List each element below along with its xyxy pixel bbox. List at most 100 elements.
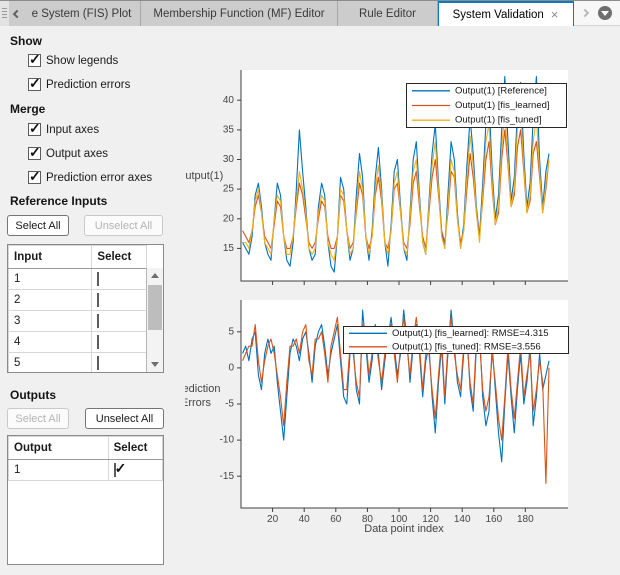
input-4-select-checkbox[interactable] — [97, 335, 99, 349]
input-column-header: Input — [9, 246, 92, 269]
input-axes-label: Input axes — [46, 124, 99, 136]
output-name: 1 — [9, 460, 109, 481]
show-legends-label: Show legends — [46, 55, 118, 67]
legend-entry-label: Output(1) [fis_tuned]: RMSE=3.556 — [392, 341, 541, 352]
tab-label: Membership Function (MF) Editor — [153, 8, 324, 20]
x-tick-label: 160 — [485, 514, 502, 525]
legend-entry-label: Output(1) [fis_learned]: RMSE=4.315 — [392, 328, 549, 339]
y-tick-label: 25 — [223, 184, 235, 195]
tab-label: Rule Editor — [359, 8, 416, 20]
input-2-select-checkbox[interactable] — [97, 293, 99, 307]
tab-label: System Validation — [453, 9, 544, 21]
triangle-down-icon — [151, 362, 159, 367]
legend: Output(1) [fis_learned]: RMSE=4.315 Outpu… — [344, 327, 569, 354]
caret-down-icon — [601, 11, 609, 16]
reference-inputs-table: Input Select 1 2 3 4 5 — [7, 244, 164, 373]
chart-0: 15 20 25 30 35 40 Output(1) Output(1) [Referenc… — [185, 70, 568, 285]
y-tick-label: 30 — [223, 154, 235, 165]
input-axes-row: Input axes — [28, 123, 99, 136]
tabs-scroll-left-button[interactable] — [9, 1, 23, 26]
tab-bar-right — [574, 1, 620, 26]
y-tick-label: 20 — [223, 213, 235, 224]
select-column-header: Select — [92, 246, 147, 269]
table-scrollbar[interactable] — [146, 268, 163, 372]
output-axes-label: Output axes — [46, 148, 108, 160]
outputs-table: Output Select 1 — [7, 435, 164, 565]
input-axes-checkbox[interactable] — [28, 123, 41, 136]
input-5-select-checkbox[interactable] — [97, 356, 99, 370]
x-tick-label: 60 — [330, 514, 342, 525]
table-row: 4 — [9, 332, 147, 353]
document-tab-bar: e System (FIS) Plot Membership Function … — [0, 0, 620, 26]
y-tick-label: -15 — [220, 471, 235, 482]
output-1-select-checkbox[interactable] — [114, 463, 116, 477]
tab-mf-editor[interactable]: Membership Function (MF) Editor — [141, 1, 338, 26]
tab-grip — [0, 1, 9, 26]
tab-rule-editor[interactable]: Rule Editor — [338, 1, 438, 26]
table-row: 2 — [9, 290, 147, 311]
y-tick-label: 35 — [223, 125, 235, 136]
table-row: 3 — [9, 311, 147, 332]
output-column-header: Output — [9, 437, 109, 460]
input-name: 1 — [9, 269, 92, 290]
prediction-error-axes-label: Prediction error axes — [46, 172, 152, 184]
table-header-row: Output Select — [9, 437, 163, 460]
chevron-right-icon — [581, 9, 589, 17]
reference-inputs-unselect-all-button: Unselect All — [84, 215, 163, 236]
legend-entry-label: Output(1) [fis_tuned] — [455, 115, 542, 126]
tab-close-icon[interactable]: × — [550, 8, 560, 21]
select-column-header: Select — [108, 437, 162, 460]
y-tick-label: 40 — [223, 95, 235, 106]
prediction-errors-checkbox[interactable] — [28, 78, 41, 91]
y-axis-label: Errors — [185, 397, 211, 409]
y-tick-label: 0 — [228, 363, 234, 374]
prediction-error-axes-checkbox[interactable] — [28, 171, 41, 184]
input-name: 3 — [9, 311, 92, 332]
chart-1: -15-10-50520406080100120140160180Predict… — [185, 300, 569, 535]
x-tick-label: 40 — [299, 514, 311, 525]
prediction-errors-row: Prediction errors — [28, 78, 130, 91]
reference-inputs-select-all-button[interactable]: Select All — [7, 215, 69, 236]
input-3-select-checkbox[interactable] — [97, 314, 99, 328]
reference-inputs-section-title: Reference Inputs — [10, 194, 107, 208]
legend-entry-label: Output(1) [fis_learned] — [455, 100, 550, 111]
chevron-left-icon — [13, 9, 21, 17]
show-legends-row: Show legends — [28, 54, 118, 67]
y-tick-label: 15 — [223, 243, 235, 254]
outputs-select-all-button: Select All — [7, 408, 69, 429]
prediction-errors-label: Prediction errors — [46, 79, 130, 91]
table-row: 5 — [9, 353, 147, 374]
validation-charts: 15 20 25 30 35 40 Output(1) Output(1) [Referenc… — [185, 26, 620, 575]
legend: Output(1) [Reference] Output(1) [fis_lear… — [407, 84, 567, 128]
outputs-unselect-all-button[interactable]: Unselect All — [85, 408, 164, 429]
table-row: 1 — [9, 460, 163, 481]
y-tick-label: -10 — [220, 435, 235, 446]
input-name: 5 — [9, 353, 92, 374]
scroll-down-button[interactable] — [147, 357, 163, 372]
scrollbar-thumb[interactable] — [148, 285, 162, 330]
outputs-section-title: Outputs — [10, 388, 56, 402]
tab-label: e System (FIS) Plot — [32, 8, 132, 20]
output-axes-checkbox[interactable] — [28, 147, 41, 160]
table-row: 1 — [9, 269, 147, 290]
show-section-title: Show — [10, 34, 42, 48]
triangle-up-icon — [151, 273, 159, 278]
x-axis-label: Data point index — [364, 523, 444, 535]
show-legends-checkbox[interactable] — [28, 54, 41, 67]
table-header-row: Input Select — [9, 246, 147, 269]
input-1-select-checkbox[interactable] — [97, 272, 99, 286]
grip-icon — [2, 8, 7, 19]
y-axis-label: Output(1) — [185, 170, 223, 182]
output-axes-row: Output axes — [28, 147, 108, 160]
x-tick-label: 140 — [454, 514, 471, 525]
y-tick-label: -5 — [225, 399, 234, 410]
tabs-scroll-right-button[interactable] — [579, 10, 593, 16]
x-tick-label: 20 — [267, 514, 279, 525]
tab-overflow-button[interactable] — [598, 6, 612, 20]
x-tick-label: 180 — [517, 514, 534, 525]
tab-system-validation[interactable]: System Validation × — [438, 1, 574, 26]
prediction-error-axes-row: Prediction error axes — [28, 171, 152, 184]
scroll-up-button[interactable] — [147, 268, 163, 283]
tab-fis-plot[interactable]: e System (FIS) Plot — [23, 1, 141, 26]
legend-entry-label: Output(1) [Reference] — [455, 85, 547, 96]
